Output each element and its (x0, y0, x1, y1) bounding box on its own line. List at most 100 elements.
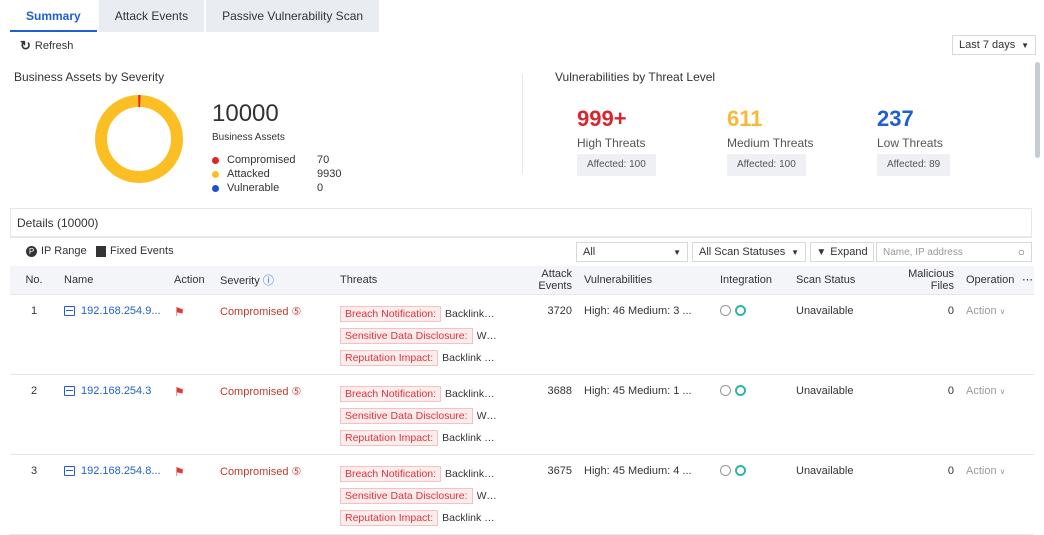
col-severity-label: Severity (220, 274, 260, 287)
threat-tag: Reputation Impact: (340, 429, 439, 446)
malicious-files-cell: 0 (878, 294, 960, 375)
col-more-icon[interactable]: ⋯ (1016, 266, 1034, 295)
time-range-select[interactable]: Last 7 days ▼ (952, 35, 1036, 55)
threat-item[interactable]: Breach Notification:Backlink Inje... (340, 385, 496, 403)
threats-cell: Breach Notification:Backlink Inje... Sen… (334, 454, 502, 535)
asset-ip-link[interactable]: 192.168.254.9... (81, 305, 161, 317)
scan-status-cell: Unavailable (790, 294, 878, 375)
col-operation[interactable]: Operation (960, 266, 1016, 295)
caret-down-icon: ▼ (1021, 40, 1029, 50)
threat-item[interactable]: Reputation Impact:Backlink Injec... (340, 349, 496, 367)
col-threats[interactable]: Threats (334, 266, 502, 295)
col-action[interactable]: Action (168, 266, 214, 295)
integration-gray-icon[interactable] (720, 304, 731, 316)
severity-label: Compromised (220, 305, 289, 318)
col-no[interactable]: No. (10, 266, 58, 295)
assets-title: Business Assets by Severity (14, 70, 165, 84)
table-row[interactable]: 3 192.168.254.8... ⚑ Compromised ⑤ Breac… (10, 454, 1034, 535)
threats-cell: Breach Notification:Backlink Inje... Sen… (334, 294, 502, 375)
server-icon (64, 385, 75, 396)
vulnerabilities-cell: High: 46 Medium: 3 ... (578, 294, 714, 375)
integration-gray-icon[interactable] (720, 384, 731, 396)
threat-text: Backlink Injec... (442, 351, 496, 364)
threat-tag: Sensitive Data Disclosure: (340, 487, 473, 504)
row-spacer (1016, 454, 1034, 535)
integration-shield-icon[interactable] (735, 304, 746, 316)
operation-action-dropdown[interactable]: Action (966, 305, 997, 317)
tab-summary[interactable]: Summary (10, 0, 97, 32)
threat-item[interactable]: Sensitive Data Disclosure:WebS... (340, 487, 496, 505)
search-input[interactable]: Name, IP address ○ (876, 242, 1032, 262)
asset-name-cell[interactable]: 192.168.254.8... (58, 454, 168, 535)
expand-button[interactable]: ▼ Expand (810, 242, 874, 262)
flag-icon[interactable]: ⚑ (174, 305, 185, 319)
row-spacer (1016, 294, 1034, 375)
fixed-events-button[interactable]: Fixed Events (96, 245, 174, 257)
severity-info-icon[interactable]: ⑤ (292, 386, 302, 398)
operation-cell[interactable]: Action ∨ (960, 294, 1016, 375)
flag-icon[interactable]: ⚑ (174, 385, 185, 399)
col-attack-events[interactable]: Attack Events (502, 266, 578, 295)
legend-label: Attacked (227, 168, 270, 180)
severity-cell: Compromised ⑤ (214, 374, 334, 455)
threat-filter-value: All (583, 246, 596, 258)
info-icon[interactable]: ⓘ (263, 275, 274, 287)
vulns-title: Vulnerabilities by Threat Level (555, 70, 716, 84)
col-severity[interactable]: Severity ⓘ (214, 266, 334, 295)
integration-cell (714, 454, 790, 535)
severity-info-icon[interactable]: ⑤ (292, 306, 302, 318)
operation-cell[interactable]: Action ∨ (960, 454, 1016, 535)
asset-name-cell[interactable]: 192.168.254.9... (58, 294, 168, 375)
threat-item[interactable]: Breach Notification:Backlink Inje... (340, 305, 496, 323)
page-scrollbar[interactable] (1035, 62, 1040, 158)
ip-range-button[interactable]: P IP Range (26, 245, 87, 257)
refresh-label: Refresh (34, 40, 74, 52)
scan-status-select[interactable]: All Scan Statuses ▼ (692, 242, 806, 262)
col-malicious-files[interactable]: Malicious Files (878, 266, 960, 295)
tab-passive-vulnerability-scan[interactable]: Passive Vulnerability Scan (206, 0, 380, 32)
low-threats-count: 237 (877, 106, 914, 131)
col-name[interactable]: Name (58, 266, 168, 295)
threat-item[interactable]: Sensitive Data Disclosure:WebS... (340, 407, 496, 425)
assets-table: No. Name Action Severity ⓘ Threats Attac… (10, 266, 1034, 535)
legend-label: Compromised (227, 154, 296, 166)
threat-text: Backlink Inje... (445, 467, 496, 480)
low-affected-badge: Affected: 89 (877, 154, 951, 176)
legend-dot-yellow (212, 170, 219, 178)
table-row[interactable]: 2 192.168.254.3 ⚑ Compromised ⑤ Breach N… (10, 374, 1034, 455)
tab-attack-events[interactable]: Attack Events (98, 0, 205, 32)
flag-icon[interactable]: ⚑ (174, 465, 185, 479)
action-cell: ⚑ (168, 454, 214, 535)
table-row[interactable]: 1 192.168.254.9... ⚑ Compromised ⑤ Breac… (10, 294, 1034, 375)
threat-text: Backlink Inje... (445, 387, 496, 400)
severity-cell: Compromised ⑤ (214, 454, 334, 535)
high-threats-label: High Threats (577, 136, 646, 150)
integration-cell (714, 374, 790, 455)
severity-info-icon[interactable]: ⑤ (292, 466, 302, 478)
operation-action-dropdown[interactable]: Action (966, 465, 997, 477)
medium-affected-badge: Affected: 100 (727, 154, 806, 176)
asset-ip-link[interactable]: 192.168.254.8... (81, 465, 161, 477)
threat-item[interactable]: Reputation Impact:Backlink Injec... (340, 509, 496, 527)
refresh-button[interactable]: ↻ Refresh (20, 38, 73, 54)
threat-item[interactable]: Sensitive Data Disclosure:WebS... (340, 327, 496, 345)
threat-item[interactable]: Reputation Impact:Backlink Injec... (340, 429, 496, 447)
integration-shield-icon[interactable] (735, 464, 746, 476)
operation-action-dropdown[interactable]: Action (966, 385, 997, 397)
integration-gray-icon[interactable] (720, 464, 731, 476)
legend-value: 0 (317, 182, 324, 194)
asset-name-cell[interactable]: 192.168.254.3 (58, 374, 168, 455)
asset-ip-link[interactable]: 192.168.254.3 (81, 385, 151, 397)
filter-icon: ▼ (816, 246, 827, 258)
threat-item[interactable]: Breach Notification:Backlink Inje... (340, 465, 496, 483)
document-icon (96, 245, 106, 257)
filter-bar: P IP Range Fixed Events All ▼ All Scan S… (0, 240, 1044, 264)
col-vulnerabilities[interactable]: Vulnerabilities (578, 266, 714, 295)
threat-filter-select[interactable]: All ▼ (576, 242, 688, 262)
col-integration[interactable]: Integration (714, 266, 790, 295)
col-scan-status[interactable]: Scan Status (790, 266, 878, 295)
assets-total-label: Business Assets (212, 132, 285, 143)
integration-shield-icon[interactable] (735, 384, 746, 396)
operation-cell[interactable]: Action ∨ (960, 374, 1016, 455)
vulnerabilities-cell: High: 45 Medium: 4 ... (578, 454, 714, 535)
